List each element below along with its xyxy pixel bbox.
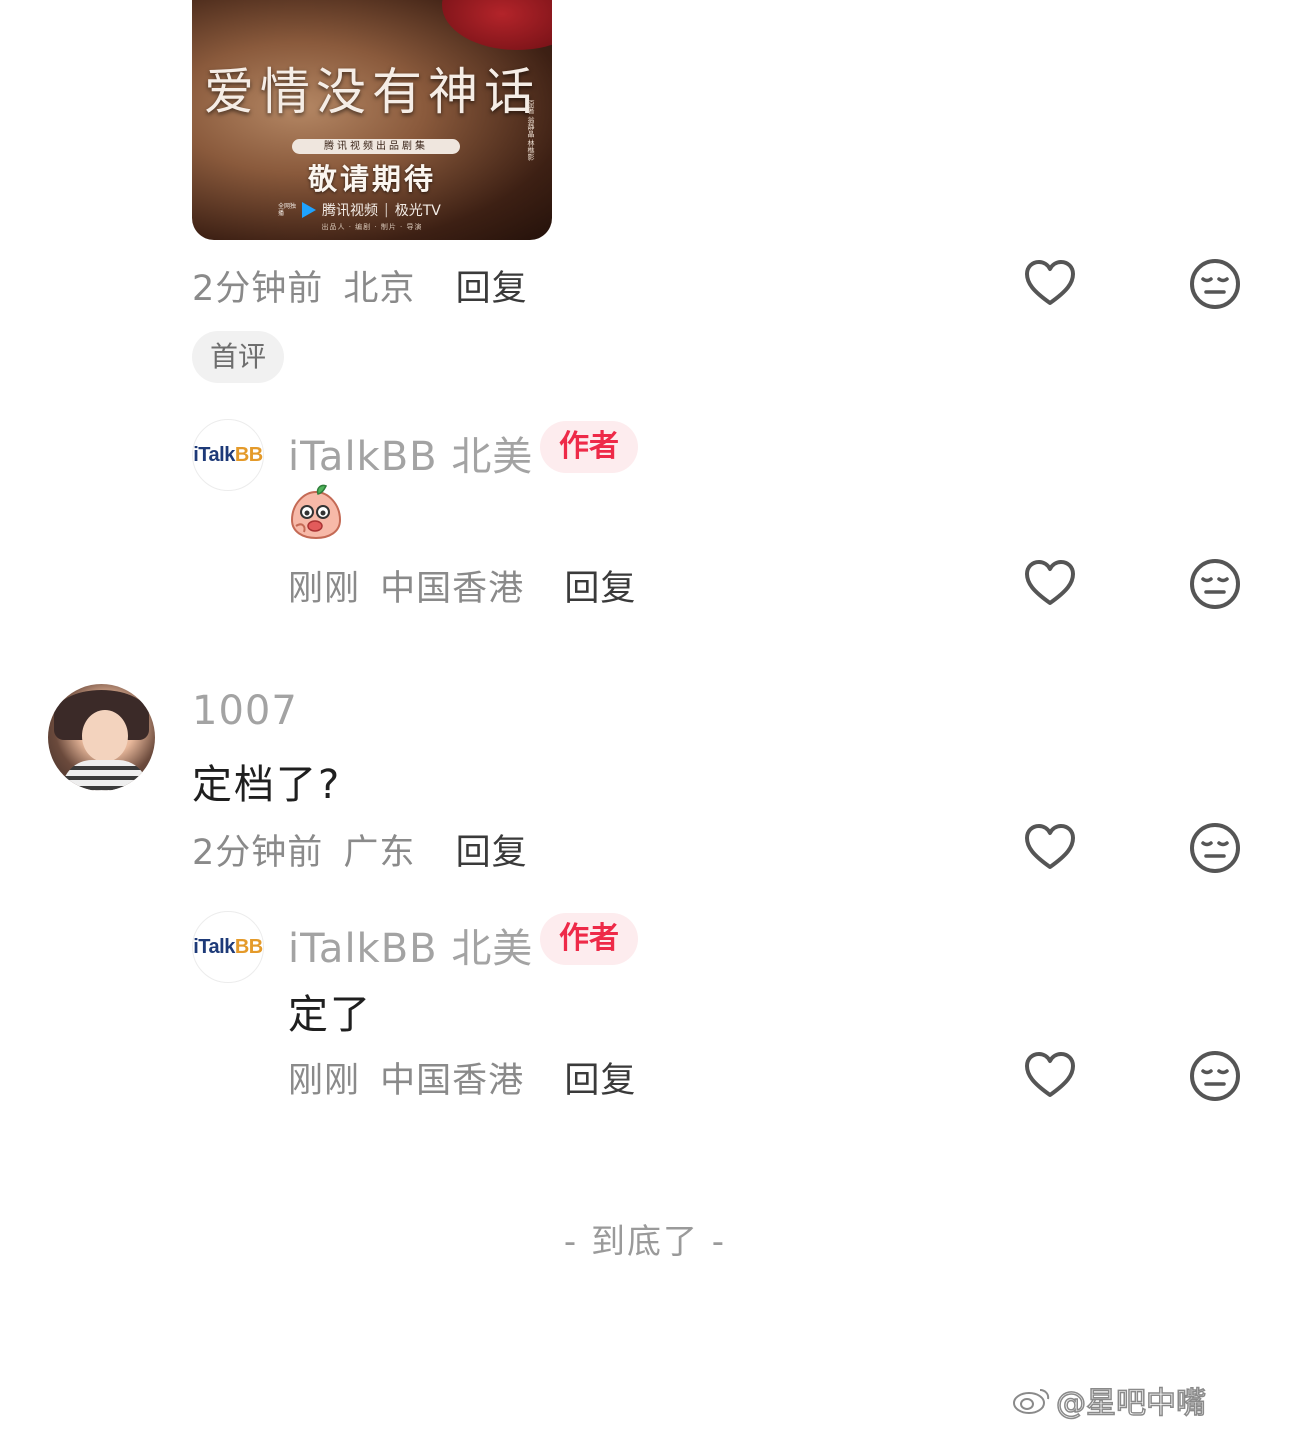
- poster-lip-graphic: [442, 0, 552, 50]
- poster-brand-1: 腾讯视频: [322, 203, 378, 219]
- watermark: @星吧中嘴: [1012, 1378, 1207, 1422]
- avatar[interactable]: [48, 684, 155, 791]
- avatar[interactable]: iTalkBB: [192, 911, 264, 983]
- dislike-face-icon[interactable]: [1188, 821, 1242, 875]
- poster-brand-2: 极光TV: [394, 203, 441, 219]
- comment1-location: 北京: [343, 269, 416, 309]
- poster-title: 爱情没有神话: [204, 63, 540, 121]
- poster-brands: 全网独播 腾讯视频 | 极光TV: [278, 200, 441, 220]
- dislike-face-icon[interactable]: [1188, 1049, 1242, 1103]
- poster-brand-small: 全网独播: [278, 203, 297, 217]
- like-heart-icon[interactable]: [1023, 557, 1077, 611]
- weibo-logo-icon: [1012, 1384, 1052, 1416]
- reply1-reply-button[interactable]: 回复: [564, 569, 636, 609]
- poster-side-note: 原著 翁静晶 林樵影: [527, 100, 535, 161]
- dislike-face-icon[interactable]: [1188, 557, 1242, 611]
- like-heart-icon[interactable]: [1023, 257, 1077, 311]
- reply2-meta: 刚刚 中国香港 回复: [288, 1052, 636, 1103]
- reply1-time: 刚刚: [288, 569, 361, 609]
- poster-credits: 出品人 · 编剧 · 制片 · 导演: [321, 223, 423, 231]
- italkbb-logo: iTalkBB: [193, 935, 263, 958]
- reply1-meta: 刚刚 中国香港 回复: [288, 560, 636, 611]
- poster-pill: 腾讯视频出品剧集: [292, 139, 460, 154]
- reply2-time: 刚刚: [288, 1061, 361, 1101]
- first-comment-tag: 首评: [192, 331, 285, 383]
- watermark-text: @星吧中嘴: [1055, 1385, 1207, 1422]
- avatar-face: [82, 710, 128, 762]
- comment1-reply-button[interactable]: 回复: [456, 269, 528, 309]
- avatar[interactable]: iTalkBB: [192, 419, 264, 491]
- comment2-meta: 2分钟前 广东 回复: [192, 824, 528, 875]
- author-badge: 作者: [540, 421, 638, 473]
- comment2-time: 2分钟前: [192, 833, 324, 873]
- reply2-text: 定了: [288, 992, 372, 1038]
- poster-image[interactable]: 爱情没有神话 原著 翁静晶 林樵影 腾讯视频出品剧集 敬请期待 全网独播 腾讯视…: [192, 0, 552, 240]
- comment2-location: 广东: [343, 833, 416, 873]
- reply1-author-name[interactable]: iTalkBB 北美: [288, 424, 533, 482]
- author-badge: 作者: [540, 913, 638, 965]
- italkbb-logo: iTalkBB: [193, 443, 263, 466]
- dislike-face-icon[interactable]: [1188, 257, 1242, 311]
- peach-sticker-icon: [288, 482, 344, 540]
- poster-brand-separator: |: [384, 202, 389, 218]
- comment1-meta: 2分钟前 北京 回复: [192, 260, 528, 311]
- comment1-time: 2分钟前: [192, 269, 324, 309]
- reply2-reply-button[interactable]: 回复: [564, 1061, 636, 1101]
- reply2-location: 中国香港: [380, 1061, 525, 1101]
- like-heart-icon[interactable]: [1023, 821, 1077, 875]
- comment2-username[interactable]: 1007: [192, 688, 298, 734]
- like-heart-icon[interactable]: [1023, 1049, 1077, 1103]
- comment2-text: 定档了?: [192, 762, 342, 808]
- tencent-video-logo-icon: [302, 202, 316, 218]
- reply1-location: 中国香港: [380, 569, 525, 609]
- poster-await-text: 敬请期待: [307, 162, 436, 196]
- end-of-list-text: - 到底了 -: [563, 1222, 727, 1262]
- comment2-reply-button[interactable]: 回复: [456, 833, 528, 873]
- reply2-author-name[interactable]: iTalkBB 北美: [288, 916, 533, 974]
- avatar-shirt: [62, 760, 148, 791]
